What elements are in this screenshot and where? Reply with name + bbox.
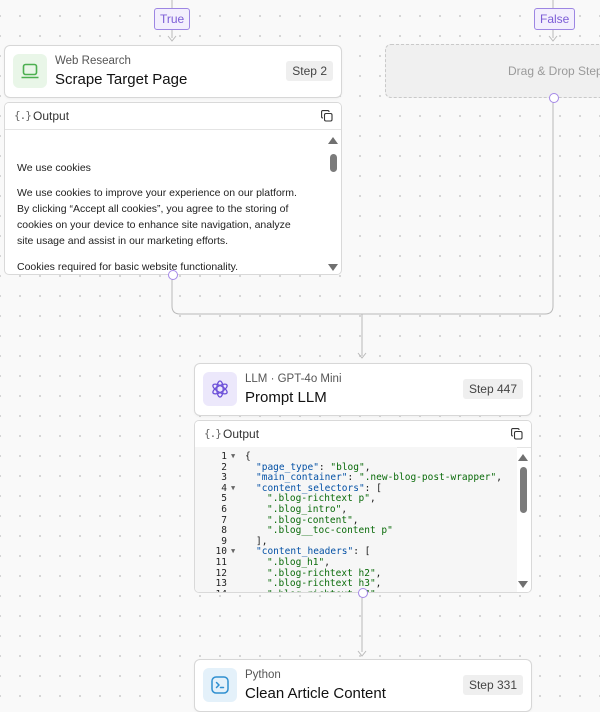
code-text: ".blog_h1", xyxy=(267,557,330,568)
scroll-up-arrow-icon[interactable] xyxy=(518,454,528,461)
node-category: Python xyxy=(245,669,281,681)
llm-output-panel: {.} Output 1 ▼ {2 "page_type": "blog", 3 "mai… xyxy=(194,420,532,593)
node-title: Scrape Target Page xyxy=(55,71,188,88)
code-text: { xyxy=(245,451,251,462)
line-number: 2 xyxy=(221,461,227,473)
web-output-panel: {.} Output We use cookies We use cookies… xyxy=(4,102,342,275)
line-number: 5 xyxy=(221,493,227,505)
braces-icon: {.} xyxy=(204,427,222,440)
code-line: 3 "main_container": ".new-blog-post-wrapp… xyxy=(195,472,517,483)
code-text: "page_type": "blog", xyxy=(256,461,371,473)
code-line: 5 ".blog-richtext p", xyxy=(195,493,517,504)
scroll-down-arrow-icon[interactable] xyxy=(518,581,528,588)
scrollbar-thumb[interactable] xyxy=(520,467,527,513)
fold-arrow-icon[interactable]: ▼ xyxy=(231,451,235,462)
code-line: 8 ".blog__toc-content p" xyxy=(195,525,517,536)
web-output-port[interactable] xyxy=(168,270,178,280)
line-number: 6 xyxy=(221,504,227,515)
code-text: ".blog-richtext p", xyxy=(267,493,376,505)
line-number: 9 xyxy=(221,535,227,547)
code-line: 9], xyxy=(195,536,517,547)
code-text: "main_container": ".new-blog-post-wrappe… xyxy=(256,472,502,484)
drop-zone[interactable]: Drag & Drop Step xyxy=(385,44,600,98)
code-line: 7 ".blog-content", xyxy=(195,515,517,526)
line-number: 11 xyxy=(215,557,227,568)
drop-zone-label: Drag & Drop Step xyxy=(508,64,600,78)
copy-icon[interactable] xyxy=(511,428,523,440)
node-category: LLM · GPT-4o Mini xyxy=(245,373,342,385)
scroll-up-arrow-icon[interactable] xyxy=(328,137,338,144)
line-number: 14 xyxy=(195,589,227,592)
step-badge: Step 2 xyxy=(286,61,333,81)
node-title: Prompt LLM xyxy=(245,389,327,406)
line-number: 4 xyxy=(221,482,227,494)
line-number: 7 xyxy=(221,514,227,526)
output-panel-header: {.} Output xyxy=(195,421,531,448)
line-number: 3 xyxy=(221,472,227,484)
code-line: 12 ".blog-richtext h2", xyxy=(195,568,517,579)
code-editor[interactable]: 1 ▼ {2 "page_type": "blog", 3 "main_container… xyxy=(195,447,517,592)
code-text: ".blog-richtext h2", xyxy=(267,567,382,579)
code-line: 14".blog-richtext h4", xyxy=(195,589,517,592)
step-badge: Step 447 xyxy=(462,379,523,399)
code-line: 10 ▼ "content_headers": [ xyxy=(195,546,517,557)
output-label: Output xyxy=(33,109,70,123)
code-line: 13 ".blog-richtext h3", xyxy=(195,578,517,589)
terminal-icon xyxy=(203,668,237,702)
node-category: Web Research xyxy=(55,55,131,67)
line-number: 13 xyxy=(215,578,227,590)
code-line: 4 ▼ "content_selectors": [ xyxy=(195,483,517,494)
output-label: Output xyxy=(223,427,260,441)
node-title: Clean Article Content xyxy=(245,685,386,702)
braces-icon: {.} xyxy=(14,109,32,122)
line-number: 10 xyxy=(215,546,227,558)
llm-node[interactable]: LLM · GPT-4o Mini Prompt LLM Step 447 xyxy=(194,363,532,416)
code-line: 11 ".blog_h1", xyxy=(195,557,517,568)
code-text: ".blog_intro", xyxy=(267,504,348,515)
output-panel-header: {.} Output xyxy=(5,103,341,130)
code-text: ".blog-content", xyxy=(267,514,359,526)
code-line: 1 ▼ { xyxy=(195,451,517,462)
code-line: 2 "page_type": "blog", xyxy=(195,462,517,473)
line-number: 1 xyxy=(221,451,227,462)
line-number: 12 xyxy=(215,567,227,579)
web-research-node[interactable]: Web Research Scrape Target Page Step 2 xyxy=(4,45,342,98)
laptop-icon xyxy=(13,54,47,88)
llm-output-port[interactable] xyxy=(358,588,368,598)
output-paragraph: Cookies required for basic website funct… xyxy=(17,261,238,273)
fold-arrow-icon[interactable]: ▼ xyxy=(231,483,235,494)
python-node[interactable]: Python Clean Article Content Step 331 xyxy=(194,659,532,712)
openai-icon xyxy=(203,372,237,406)
branch-false-label: False xyxy=(534,8,576,30)
output-paragraph: We use cookies xyxy=(17,162,91,174)
scroll-down-arrow-icon[interactable] xyxy=(328,264,338,271)
branch-true-label: True xyxy=(154,8,191,30)
code-scrollbar[interactable] xyxy=(517,451,529,592)
code-text: "content_selectors": [ xyxy=(256,482,382,494)
fold-arrow-icon[interactable]: ▼ xyxy=(231,546,235,557)
drop-zone-output-port[interactable] xyxy=(549,93,559,103)
output-scrollbar[interactable] xyxy=(327,133,339,274)
copy-icon[interactable] xyxy=(321,110,333,122)
code-line: 6 ".blog_intro", xyxy=(195,504,517,515)
code-text: ], xyxy=(256,535,268,547)
line-number: 8 xyxy=(221,525,227,537)
output-paragraph: We use cookies to improve your experienc… xyxy=(17,187,297,247)
scrollbar-thumb[interactable] xyxy=(330,154,337,172)
step-badge: Step 331 xyxy=(462,675,523,695)
code-text: "content_headers": [ xyxy=(256,546,371,558)
code-text: ".blog__toc-content p" xyxy=(267,525,393,537)
